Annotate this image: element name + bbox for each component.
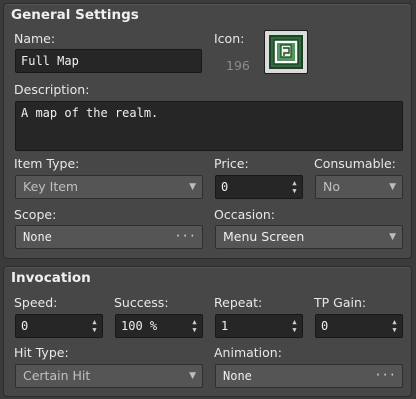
consumable-value: No [323, 179, 340, 194]
item-type-label: Item Type: [14, 156, 80, 171]
scope-picker[interactable]: None ··· [15, 225, 203, 249]
repeat-spinbox[interactable]: 1 ▲ ▼ [215, 314, 303, 338]
price-spinbox[interactable]: 0 ▲ ▼ [215, 175, 303, 199]
tp-gain-label: TP Gain: [314, 295, 367, 310]
spin-up-icon[interactable]: ▲ [190, 318, 199, 326]
success-spinbox[interactable]: 100 % ▲ ▼ [115, 314, 203, 338]
chevron-down-icon: ▼ [389, 232, 396, 242]
animation-value: None [223, 369, 252, 383]
icon-picker[interactable] [264, 30, 308, 74]
speed-stepper[interactable]: ▲ ▼ [90, 318, 99, 334]
speed-value: 0 [21, 319, 29, 333]
price-value: 0 [221, 180, 229, 194]
icon-label: Icon: [214, 31, 245, 46]
chevron-down-icon: ▼ [189, 182, 196, 192]
success-label: Success: [114, 295, 169, 310]
tp-gain-spinbox[interactable]: 0 ▲ ▼ [315, 314, 403, 338]
tp-gain-value: 0 [321, 319, 329, 333]
scope-value: None [23, 230, 52, 244]
chevron-down-icon: ▼ [189, 371, 196, 381]
icon-index: 196 [226, 58, 250, 73]
item-type-select[interactable]: Key Item ▼ [15, 175, 203, 199]
repeat-label: Repeat: [214, 295, 263, 310]
speed-spinbox[interactable]: 0 ▲ ▼ [15, 314, 103, 338]
invocation-title: Invocation [11, 270, 91, 286]
invocation-group: Invocation Speed: 0 ▲ ▼ Success: 100 % ▲… [3, 266, 412, 397]
description-field[interactable]: A map of the realm. [15, 101, 403, 151]
description-label: Description: [14, 82, 90, 97]
spin-down-icon[interactable]: ▼ [290, 326, 299, 334]
consumable-label: Consumable: [314, 156, 396, 171]
occasion-select[interactable]: Menu Screen ▼ [215, 225, 403, 249]
spin-down-icon[interactable]: ▼ [90, 326, 99, 334]
speed-label: Speed: [14, 295, 58, 310]
spin-down-icon[interactable]: ▼ [190, 326, 199, 334]
general-settings-title: General Settings [11, 7, 139, 23]
spin-down-icon[interactable]: ▼ [390, 326, 399, 334]
success-value: 100 % [121, 319, 158, 333]
ellipsis-icon: ··· [174, 229, 196, 243]
repeat-stepper[interactable]: ▲ ▼ [290, 318, 299, 334]
spin-up-icon[interactable]: ▲ [290, 179, 299, 187]
scope-label: Scope: [14, 207, 57, 222]
map-icon [269, 35, 303, 69]
chevron-down-icon: ▼ [389, 182, 396, 192]
price-stepper[interactable]: ▲ ▼ [290, 179, 299, 195]
animation-label: Animation: [214, 345, 282, 360]
animation-picker[interactable]: None ··· [215, 364, 403, 388]
hit-type-select[interactable]: Certain Hit ▼ [15, 364, 203, 388]
hit-type-label: Hit Type: [14, 345, 69, 360]
spin-up-icon[interactable]: ▲ [290, 318, 299, 326]
success-stepper[interactable]: ▲ ▼ [190, 318, 199, 334]
spin-up-icon[interactable]: ▲ [90, 318, 99, 326]
item-type-value: Key Item [23, 179, 79, 194]
general-settings-group: General Settings Name: Full Map Icon: 19… [3, 3, 412, 259]
spin-up-icon[interactable]: ▲ [390, 318, 399, 326]
name-field[interactable]: Full Map [15, 49, 202, 73]
tp-gain-stepper[interactable]: ▲ ▼ [390, 318, 399, 334]
hit-type-value: Certain Hit [23, 368, 91, 383]
spin-down-icon[interactable]: ▼ [290, 187, 299, 195]
name-label: Name: [14, 31, 56, 46]
occasion-label: Occasion: [214, 207, 276, 222]
price-label: Price: [214, 156, 249, 171]
repeat-value: 1 [221, 319, 229, 333]
consumable-select[interactable]: No ▼ [315, 175, 403, 199]
occasion-value: Menu Screen [223, 229, 305, 244]
ellipsis-icon: ··· [374, 368, 396, 382]
